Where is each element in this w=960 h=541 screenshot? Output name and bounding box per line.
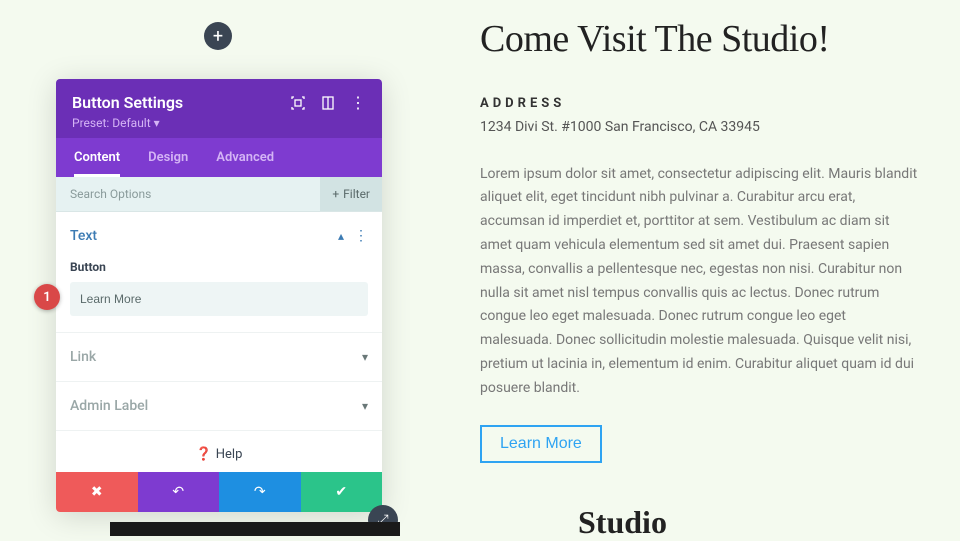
section-admin-header[interactable]: Admin Label ▾ [56, 382, 382, 430]
filter-button[interactable]: + Filter [320, 177, 382, 211]
address-text: 1234 Divi St. #1000 San Francisco, CA 33… [480, 119, 920, 135]
section-link-title: Link [70, 349, 96, 365]
learn-more-button[interactable]: Learn More [480, 425, 602, 463]
redo-button[interactable]: ↷ [219, 472, 301, 512]
panel-header: Button Settings ⋮ Preset: Default ▾ [56, 79, 382, 138]
chevron-down-icon: ▾ [362, 350, 368, 364]
undo-button[interactable]: ↶ [138, 472, 220, 512]
tab-content[interactable]: Content [60, 138, 134, 177]
cancel-button[interactable]: ✖ [56, 472, 138, 512]
add-section-button[interactable]: + [204, 22, 232, 50]
search-row: Search Options + Filter [56, 177, 382, 212]
section-text-title: Text [70, 228, 97, 244]
expand-icon[interactable] [290, 95, 306, 111]
panel-title: Button Settings [72, 93, 183, 112]
chevron-down-icon: ▾ [362, 399, 368, 413]
page-content: Come Visit The Studio! ADDRESS 1234 Divi… [480, 18, 920, 463]
help-icon: ❓ [196, 447, 212, 462]
help-label: Help [216, 447, 243, 462]
tab-design[interactable]: Design [134, 138, 202, 177]
section-admin-label: Admin Label ▾ [56, 382, 382, 431]
section-admin-title: Admin Label [70, 398, 148, 414]
filter-label: Filter [343, 187, 370, 201]
chevron-up-icon: ▴ [338, 229, 344, 243]
section-link-header[interactable]: Link ▾ [56, 333, 382, 381]
more-icon[interactable]: ⋮ [350, 95, 366, 111]
bottom-actions: ✖ ↶ ↷ ✔ [56, 472, 382, 512]
tabs: Content Design Advanced [56, 138, 382, 177]
help-link[interactable]: ❓ Help [56, 431, 382, 472]
section-more-icon[interactable]: ⋮ [354, 229, 368, 243]
section-text: Text ▴ ⋮ Button [56, 212, 382, 333]
preview-image-strip [110, 522, 400, 536]
button-field-label: Button [70, 260, 368, 274]
section-text-header[interactable]: Text ▴ ⋮ [56, 212, 382, 260]
tab-advanced[interactable]: Advanced [202, 138, 288, 177]
dock-icon[interactable] [320, 95, 336, 111]
section-link: Link ▾ [56, 333, 382, 382]
page-heading: Come Visit The Studio! [480, 18, 920, 62]
preset-dropdown[interactable]: Preset: Default ▾ [72, 116, 366, 130]
plus-icon: + [332, 187, 339, 201]
annotation-marker-1: 1 [34, 284, 60, 310]
button-text-input[interactable] [70, 282, 368, 316]
address-label: ADDRESS [480, 96, 920, 111]
body-text: Lorem ipsum dolor sit amet, consectetur … [480, 163, 920, 401]
settings-panel: Button Settings ⋮ Preset: Default ▾ Cont… [56, 79, 382, 512]
search-input[interactable]: Search Options [70, 177, 151, 211]
footer-heading-snippet: Studio [578, 504, 667, 541]
save-button[interactable]: ✔ [301, 472, 383, 512]
